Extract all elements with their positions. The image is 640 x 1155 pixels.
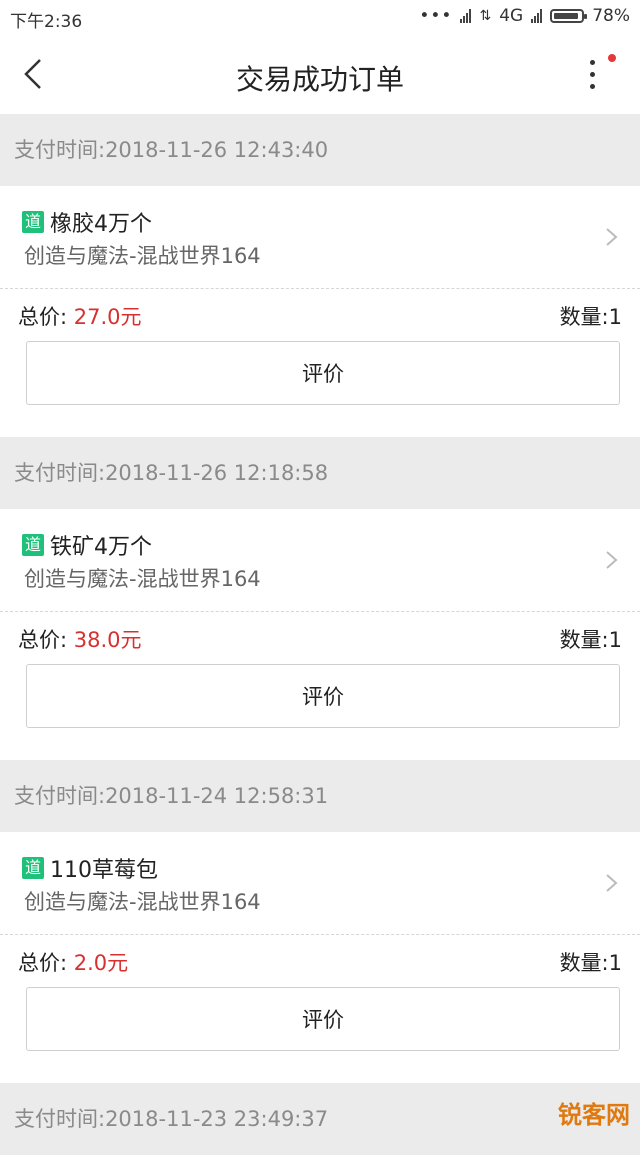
pay-time: 支付时间:2018-11-26 12:18:58	[0, 437, 640, 509]
pay-time: 支付时间:2018-11-23 23:49:37	[0, 1083, 640, 1155]
data-transfer-icon: ⇅	[479, 8, 492, 24]
item-server: 创造与魔法-混战世界164	[24, 567, 261, 591]
rate-button[interactable]: 评价	[26, 987, 620, 1051]
chevron-right-icon	[606, 228, 618, 246]
item-title: 道 110草莓包	[22, 852, 158, 884]
order-item-card[interactable]: 道 铁矿4万个 创造与魔法-混战世界164	[0, 509, 640, 612]
signal-icon-2	[531, 9, 543, 23]
total-label: 总价:	[18, 951, 74, 975]
total-label: 总价:	[18, 628, 74, 652]
total-price: 总价: 27.0元	[18, 301, 142, 331]
more-menu-button[interactable]	[572, 54, 616, 94]
network-type: 4G	[499, 6, 524, 26]
watermark-logo: 锐客网	[558, 1095, 630, 1130]
order-summary: 总价: 27.0元 数量:1 评价	[0, 289, 640, 437]
price-value: 38.0元	[73, 628, 142, 652]
battery-percent: 78%	[592, 6, 630, 26]
rate-button[interactable]: 评价	[26, 341, 620, 405]
watermark-text: 锐客网	[558, 1101, 630, 1129]
order-group: 支付时间:2018-11-26 12:18:58 道 铁矿4万个 创造与魔法-混…	[0, 437, 640, 760]
more-vertical-icon-dot	[590, 72, 595, 77]
order-summary: 总价: 38.0元 数量:1 评价	[0, 612, 640, 760]
notification-dot	[608, 54, 616, 62]
price-value: 27.0元	[73, 305, 142, 329]
price-value: 2.0元	[73, 951, 129, 975]
chevron-right-icon	[606, 551, 618, 569]
item-tag-badge: 道	[22, 857, 44, 879]
total-price: 总价: 2.0元	[18, 947, 128, 977]
status-icons: ••• ⇅ 4G 78%	[419, 6, 630, 26]
order-item-card[interactable]: 道 110草莓包 创造与魔法-混战世界164	[0, 832, 640, 935]
total-label: 总价:	[18, 305, 74, 329]
item-tag-badge: 道	[22, 211, 44, 233]
order-summary: 总价: 2.0元 数量:1 评价	[0, 935, 640, 1083]
header: 交易成功订单	[0, 34, 640, 114]
more-notifications-icon: •••	[419, 6, 453, 26]
item-title: 道 橡胶4万个	[22, 206, 152, 238]
more-vertical-icon-dot	[590, 84, 595, 89]
order-group: 支付时间:2018-11-24 12:58:31 道 110草莓包 创造与魔法-…	[0, 760, 640, 1083]
pay-time: 支付时间:2018-11-24 12:58:31	[0, 760, 640, 832]
order-item-card[interactable]: 道 橡胶4万个 创造与魔法-混战世界164	[0, 186, 640, 289]
quantity: 数量:1	[559, 951, 622, 975]
item-server: 创造与魔法-混战世界164	[24, 244, 261, 268]
pay-time: 支付时间:2018-11-26 12:43:40	[0, 114, 640, 186]
more-vertical-icon	[590, 60, 595, 65]
item-server: 创造与魔法-混战世界164	[24, 890, 261, 914]
status-time: 下午2:36	[10, 12, 83, 32]
quantity: 数量:1	[559, 305, 622, 329]
status-bar: 下午2:36 ••• ⇅ 4G 78%	[0, 0, 640, 34]
quantity: 数量:1	[559, 628, 622, 652]
chevron-right-icon	[606, 874, 618, 892]
item-name: 110草莓包	[50, 858, 158, 883]
total-price: 总价: 38.0元	[18, 624, 142, 654]
signal-icon	[460, 9, 472, 23]
battery-icon	[550, 9, 588, 23]
item-name: 橡胶4万个	[50, 212, 152, 237]
page-title: 交易成功订单	[235, 63, 404, 96]
order-list: 支付时间:2018-11-26 12:43:40 道 橡胶4万个 创造与魔法-混…	[0, 114, 640, 1155]
item-name: 铁矿4万个	[50, 535, 152, 560]
item-title: 道 铁矿4万个	[22, 529, 152, 561]
item-tag-badge: 道	[22, 534, 44, 556]
rate-button[interactable]: 评价	[26, 664, 620, 728]
order-group: 支付时间:2018-11-26 12:43:40 道 橡胶4万个 创造与魔法-混…	[0, 114, 640, 437]
